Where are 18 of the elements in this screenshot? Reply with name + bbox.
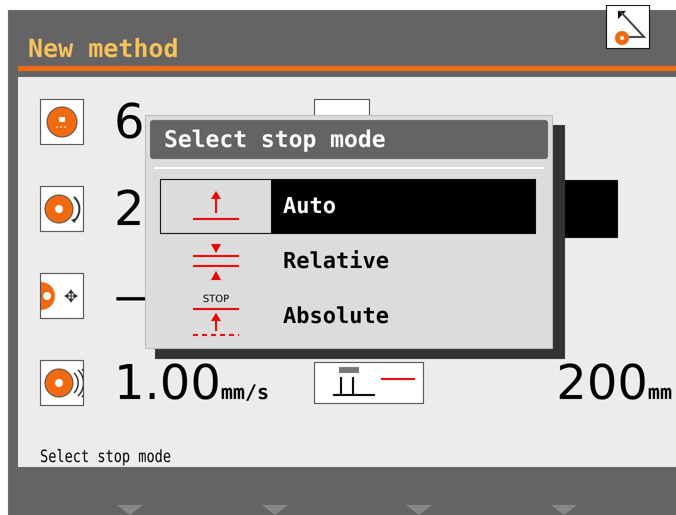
stop-mode-option[interactable]: Relative: [160, 234, 536, 290]
parameter-value: 1.00mm/s: [114, 359, 270, 407]
disc-speed-icon: [40, 360, 84, 406]
stop-mode-option[interactable]: STOP Absolute: [160, 289, 536, 344]
status-text: Select stop mode: [40, 447, 172, 467]
softkey-marker-icon: [550, 505, 577, 515]
method-icon: [606, 5, 650, 49]
dialog-title: Select stop mode: [150, 120, 548, 160]
parameter-value: 6: [114, 98, 145, 146]
stop-value: 200mm: [556, 359, 672, 407]
stop-mode-option[interactable]: Auto: [160, 179, 536, 234]
stop-distance-icon: [314, 362, 424, 404]
softkey-marker-icon: [262, 505, 288, 515]
softkey-marker-icon: [406, 505, 432, 515]
window-title: New method: [28, 34, 179, 62]
disc-move-icon: [40, 273, 84, 319]
parameter-value: 2: [114, 185, 145, 233]
softkey-marker-icon: [117, 505, 144, 515]
